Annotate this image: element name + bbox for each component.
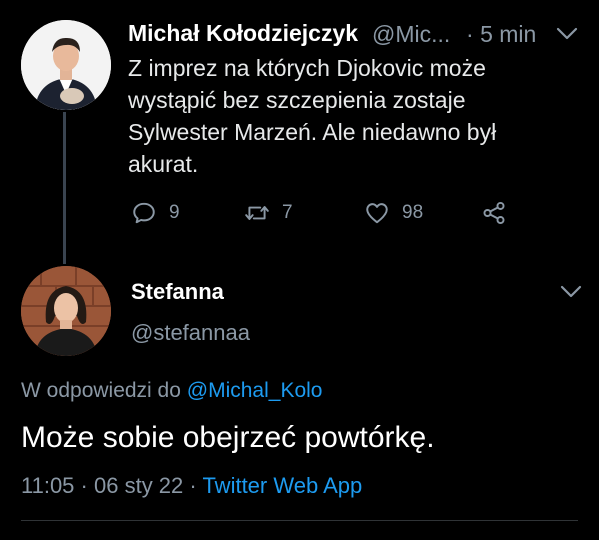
author-handle[interactable]: @Mic... (372, 21, 450, 48)
author-avatar[interactable] (21, 20, 111, 110)
tweet-time[interactable]: 11:05 (21, 473, 74, 498)
separator: · (189, 473, 197, 498)
heart-icon (366, 203, 388, 224)
author-avatar[interactable] (21, 266, 111, 356)
tweet-date[interactable]: 06 sty 22 (94, 473, 183, 498)
reply-icon (133, 202, 155, 224)
replying-to: W odpowiedzi do @Michal_Kolo (21, 379, 322, 403)
replying-prefix: W odpowiedzi do (21, 379, 181, 402)
author-handle[interactable]: @stefannaa (131, 320, 250, 346)
source-app-link[interactable]: Twitter Web App (202, 473, 362, 498)
author-name[interactable]: Michał Kołodziejczyk (128, 20, 358, 47)
retweet-button[interactable]: 7 (244, 200, 293, 226)
divider (21, 520, 578, 521)
chevron-down-icon[interactable] (556, 27, 578, 41)
retweet-count: 7 (282, 202, 293, 223)
chevron-down-icon[interactable] (560, 285, 582, 299)
like-button[interactable]: 98 (364, 200, 423, 226)
share-icon (483, 201, 505, 225)
tweet-time[interactable]: · 5 min (466, 21, 536, 48)
reply-button[interactable]: 9 (131, 200, 180, 226)
separator: · (466, 21, 474, 47)
retweet-icon (245, 206, 269, 220)
thread-connector (63, 112, 66, 264)
time-label[interactable]: 5 min (480, 21, 536, 47)
share-button[interactable] (481, 200, 507, 226)
mention-link[interactable]: @Michal_Kolo (187, 379, 323, 402)
tweet-text: Może sobie obejrzeć powtórkę. (21, 421, 435, 454)
like-count: 98 (402, 202, 424, 223)
author-name[interactable]: Stefanna (131, 279, 224, 305)
tweet-meta: 11:05 · 06 sty 22 · Twitter Web App (21, 473, 362, 499)
tweet-text: Z imprez na których Djokovic może wystąp… (128, 55, 497, 177)
separator: · (80, 473, 88, 498)
reply-count: 9 (169, 202, 180, 223)
